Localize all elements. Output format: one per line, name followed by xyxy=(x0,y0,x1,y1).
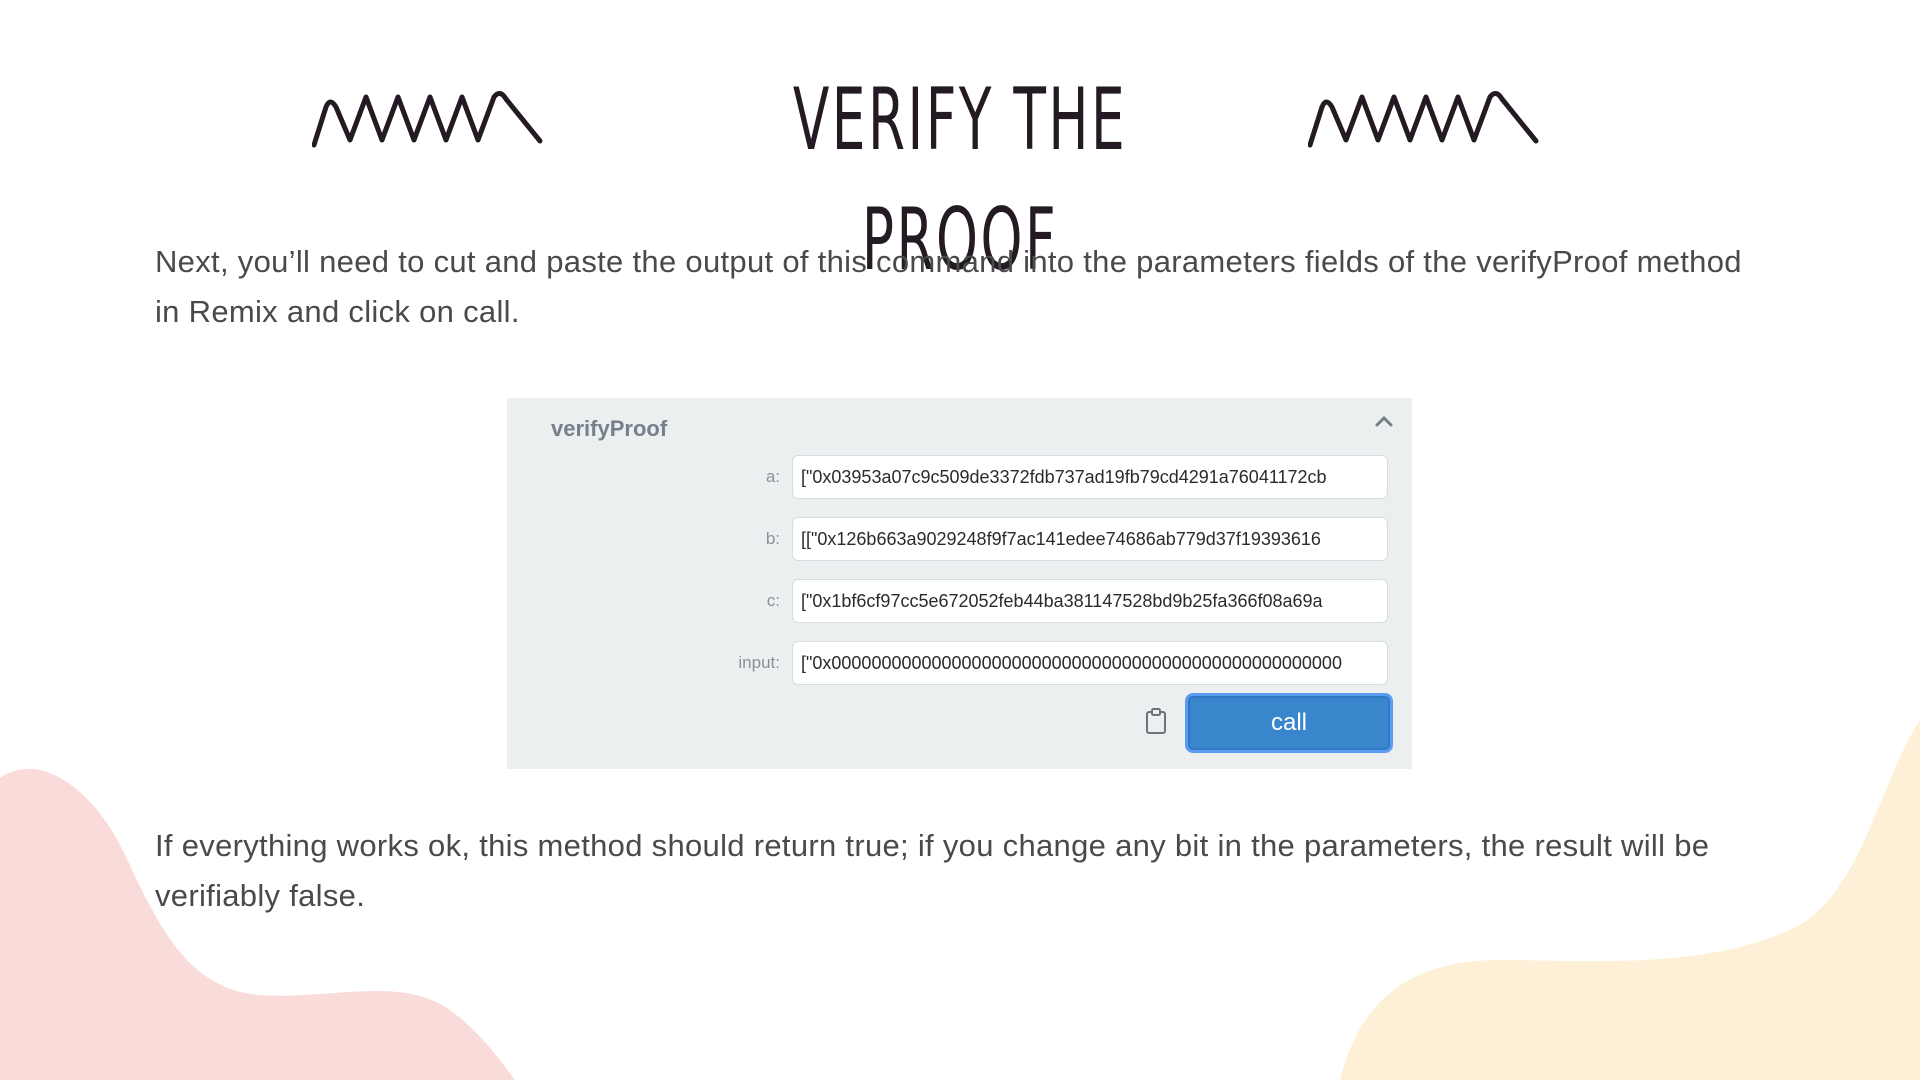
result-text: If everything works ok, this method shou… xyxy=(155,828,1710,913)
slide-header: VERIFY THE PROOF xyxy=(0,60,1920,290)
clipboard-icon[interactable] xyxy=(1144,707,1168,735)
param-label-c: c: xyxy=(766,591,780,610)
param-input-b[interactable] xyxy=(792,517,1388,561)
param-row-b: b: xyxy=(507,517,1412,561)
verify-proof-panel: verifyProof a: b: c: input: call xyxy=(507,398,1412,769)
param-input-a[interactable] xyxy=(792,455,1388,499)
param-row-a: a: xyxy=(507,455,1412,499)
param-input-c[interactable] xyxy=(792,579,1388,623)
squiggle-icon xyxy=(1308,91,1539,148)
squiggle-icon xyxy=(312,91,543,148)
method-title: verifyProof xyxy=(551,416,668,441)
chevron-up-icon[interactable] xyxy=(1372,410,1396,434)
param-label-b: b: xyxy=(765,529,780,548)
param-label-a: a: xyxy=(765,467,780,486)
instruction-text: Next, you’ll need to cut and paste the o… xyxy=(155,244,1742,329)
param-label-input: input: xyxy=(738,653,780,672)
call-button[interactable]: call xyxy=(1188,696,1390,750)
page-title: VERIFY THE PROOF xyxy=(792,70,1128,290)
param-row-c: c: xyxy=(507,579,1412,623)
param-input-input[interactable] xyxy=(792,641,1388,685)
param-row-input: input: xyxy=(507,641,1412,685)
